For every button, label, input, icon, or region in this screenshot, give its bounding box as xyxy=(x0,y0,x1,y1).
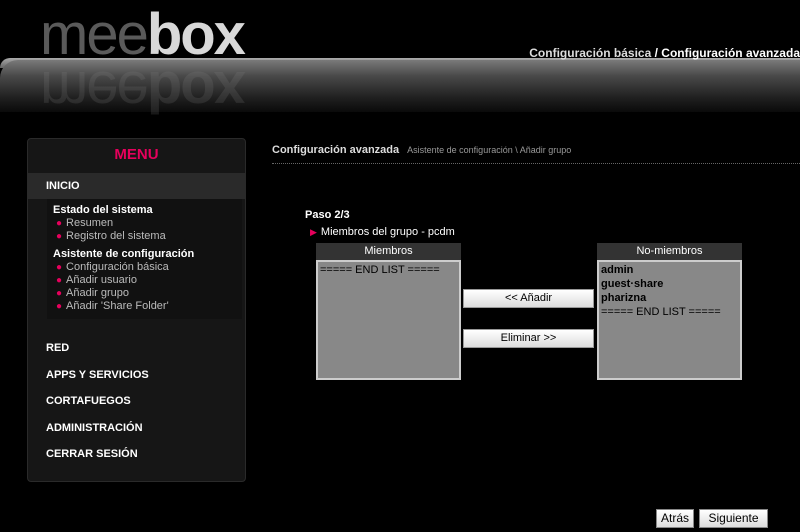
sublink-resumen[interactable]: ● Resumen xyxy=(53,217,242,230)
logo: meebox xyxy=(40,4,300,66)
step-indicator: Paso 2/3 xyxy=(305,209,350,221)
nav-separator: / xyxy=(651,46,662,60)
bullet-icon: ● xyxy=(56,301,63,312)
sidebar-item-inicio[interactable]: INICIO xyxy=(28,173,245,199)
list-option[interactable]: guest·share xyxy=(601,277,738,291)
bullet-icon: ● xyxy=(56,288,63,299)
sublink-registro[interactable]: ● Registro del sistema xyxy=(53,230,242,243)
nav-basic-config[interactable]: Configuración básica xyxy=(529,46,651,60)
list-option[interactable]: admin xyxy=(601,263,738,277)
breadcrumb: Configuración avanzada Asistente de confi… xyxy=(272,144,571,156)
sublink-anadir-usuario[interactable]: ● Añadir usuario xyxy=(53,274,242,287)
remove-button[interactable]: Eliminar >> xyxy=(463,329,594,348)
bullet-icon: ● xyxy=(56,231,63,242)
bullet-icon: ● xyxy=(56,262,63,273)
sidebar-menu: MENU INICIO Estado del sistema ● Resumen … xyxy=(27,138,246,482)
triangle-right-icon: ▶ xyxy=(310,227,317,237)
back-button[interactable]: Atrás xyxy=(656,509,694,528)
members-list-header: Miembros xyxy=(316,243,461,260)
sidebar-item-red[interactable]: RED xyxy=(28,335,245,362)
sublink-anadir-grupo[interactable]: ● Añadir grupo xyxy=(53,287,242,300)
menu-title: MENU xyxy=(114,146,159,163)
group-members-label: ▶ Miembros del grupo - pcdm xyxy=(310,226,455,238)
breadcrumb-sub: Asistente de configuración \ Añadir grup… xyxy=(407,145,572,155)
logo-reflection: meebox xyxy=(40,59,244,124)
submenu-heading-estado: Estado del sistema xyxy=(53,204,153,216)
logo-box: box xyxy=(146,2,246,67)
list-option[interactable]: pharizna xyxy=(601,291,738,305)
sidebar-lower-items: RED APPS Y SERVICIOS CORTAFUEGOS ADMINIS… xyxy=(28,335,245,468)
submenu-heading-asistente: Asistente de configuración xyxy=(53,248,195,260)
breadcrumb-main: Configuración avanzada xyxy=(272,144,400,156)
logo-mee: mee xyxy=(40,2,149,67)
sublink-anadir-share[interactable]: ● Añadir 'Share Folder' xyxy=(53,300,242,313)
header: meebox meebox Configuración básica / Con… xyxy=(0,0,800,124)
sidebar-item-administracion[interactable]: ADMINISTRACIÓN xyxy=(28,415,245,442)
bullet-icon: ● xyxy=(56,275,63,286)
non-members-list-header: No-miembros xyxy=(597,243,742,260)
divider xyxy=(272,163,800,164)
members-listbox[interactable]: ===== END LIST ===== xyxy=(316,260,461,380)
list-option[interactable]: ===== END LIST ===== xyxy=(320,263,457,277)
top-navigation: Configuración básica / Configuración ava… xyxy=(529,46,800,60)
nav-advanced-config[interactable]: Configuración avanzada xyxy=(661,46,800,60)
members-list-container: Miembros ===== END LIST ===== xyxy=(316,243,461,380)
sidebar-item-cortafuegos[interactable]: CORTAFUEGOS xyxy=(28,388,245,415)
sublink-config-basica[interactable]: ● Configuración básica xyxy=(53,261,242,274)
sidebar-item-cerrar-sesion[interactable]: CERRAR SESIÓN xyxy=(28,441,245,468)
list-option[interactable]: ===== END LIST ===== xyxy=(601,305,738,319)
non-members-list-container: No-miembros admin guest·share pharizna =… xyxy=(597,243,742,380)
non-members-listbox[interactable]: admin guest·share pharizna ===== END LIS… xyxy=(597,260,742,380)
next-button[interactable]: Siguiente xyxy=(699,509,768,528)
sidebar-item-apps[interactable]: APPS Y SERVICIOS xyxy=(28,362,245,389)
bullet-icon: ● xyxy=(56,218,63,229)
submenu: Estado del sistema ● Resumen ● Registro de… xyxy=(47,199,242,319)
add-button[interactable]: << Añadir xyxy=(463,289,594,308)
